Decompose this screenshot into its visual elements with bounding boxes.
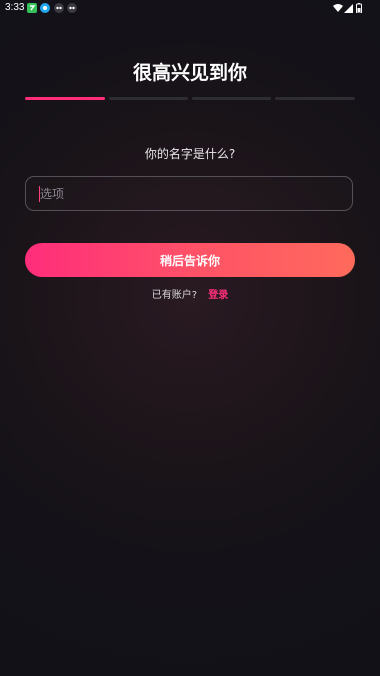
tell-later-label: 稍后告诉你 (159, 253, 220, 268)
app-green-icon (27, 3, 37, 13)
progress-step-1 (25, 97, 105, 100)
app-mask-icon (54, 3, 64, 13)
status-bar: 3:33 (0, 0, 380, 16)
tell-later-button[interactable]: 稍后告诉你 (25, 243, 355, 277)
app-mask-icon (67, 3, 77, 13)
progress-step-3 (192, 97, 271, 100)
login-prompt: 已有账户? 登录 (0, 289, 380, 303)
wifi-icon (333, 3, 343, 13)
progress-step-2 (109, 97, 188, 100)
battery-icon (356, 3, 362, 13)
have-account-text: 已有账户? (151, 290, 198, 301)
progress-step-4 (275, 97, 355, 100)
login-link[interactable]: 登录 (208, 290, 228, 301)
signal-icon (344, 3, 354, 13)
page-title: 很高兴见到你 (132, 62, 247, 84)
app-blue-icon (40, 3, 50, 13)
name-field[interactable] (25, 176, 353, 211)
status-time: 3:33 (5, 2, 25, 13)
name-input[interactable] (40, 177, 340, 210)
name-question: 你的名字是什么? (144, 147, 236, 161)
